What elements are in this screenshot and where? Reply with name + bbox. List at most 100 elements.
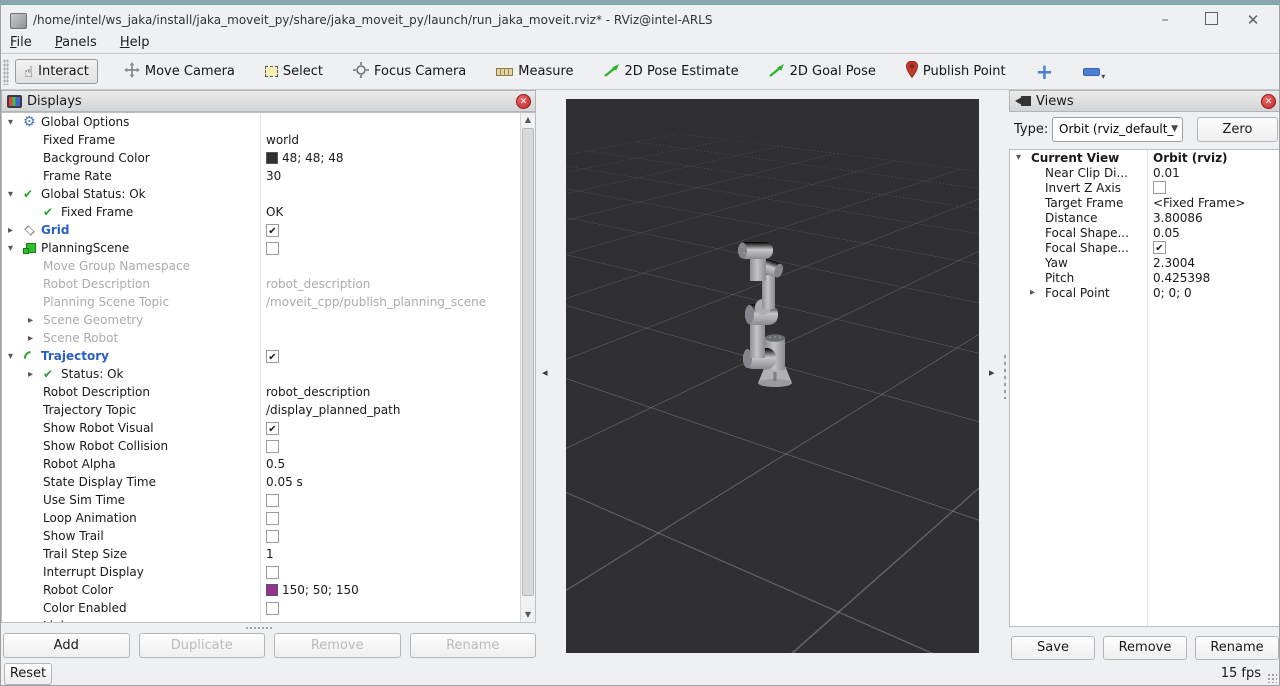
tree-row-status-ok[interactable]: ▸Status: Ok (2, 365, 535, 383)
property-value[interactable]: robot_description (266, 385, 370, 399)
checkbox[interactable] (266, 566, 279, 579)
close-window-icon[interactable]: ✕ (1233, 8, 1273, 33)
tree-row-focal-shape[interactable]: Focal Shape...0.05 (1010, 225, 1280, 240)
tool-remove[interactable]: ▾ (1075, 63, 1117, 80)
expand-arrow-icon[interactable]: ▸ (6, 225, 23, 236)
tree-row-grid[interactable]: ▸Grid (2, 221, 535, 239)
property-value[interactable]: OK (266, 205, 283, 219)
property-value[interactable]: <Fixed Frame> (1153, 196, 1245, 210)
collapse-arrow-icon[interactable]: ▾ (1014, 152, 1031, 163)
close-displays-icon[interactable]: ✕ (516, 94, 531, 109)
property-value[interactable]: 1 (266, 547, 274, 561)
tool-publish-point[interactable]: Publish Point (898, 57, 1014, 86)
expand-arrow-icon[interactable]: ▸ (26, 333, 43, 344)
collapse-left-panel-icon[interactable]: ◂ (542, 366, 548, 379)
tree-row-links[interactable]: ▸Links (2, 617, 535, 623)
property-value[interactable]: 0; 0; 0 (1153, 286, 1192, 300)
rename-display-button[interactable]: Rename (410, 633, 537, 658)
property-value[interactable]: Orbit (rviz) (1153, 151, 1228, 165)
tree-row-loop-animation[interactable]: Loop Animation (2, 509, 535, 527)
tree-row-fixed-frame[interactable]: Fixed Frameworld (2, 131, 535, 149)
menu-file[interactable]: File (1, 32, 41, 53)
tree-row-robot-description[interactable]: Robot Descriptionrobot_description (2, 275, 535, 293)
property-value[interactable]: robot_description (266, 277, 370, 291)
views-splitter-handle[interactable] (1003, 353, 1007, 399)
tree-row-trajectory-topic[interactable]: Trajectory Topic/display_planned_path (2, 401, 535, 419)
tree-row-planningscene[interactable]: ▾PlanningScene (2, 239, 535, 257)
tool-measure[interactable]: Measure (488, 60, 581, 83)
property-value[interactable]: 48; 48; 48 (282, 151, 344, 165)
toolbar-drag-handle[interactable] (3, 59, 9, 85)
tree-row-show-robot-collision[interactable]: Show Robot Collision (2, 437, 535, 455)
checkbox[interactable] (266, 494, 279, 507)
tool-select[interactable]: Select (257, 60, 331, 83)
tree-row-move-group-namespace[interactable]: Move Group Namespace (2, 257, 535, 275)
tree-row-trajectory[interactable]: ▾Trajectory (2, 347, 535, 365)
expand-arrow-icon[interactable]: ▸ (1028, 287, 1045, 298)
property-value[interactable]: world (266, 133, 299, 147)
save-view-button[interactable]: Save (1011, 636, 1095, 660)
add-button[interactable]: Add (3, 633, 130, 658)
collapse-arrow-icon[interactable]: ▾ (6, 189, 23, 200)
tree-row-target-frame[interactable]: Target Frame<Fixed Frame> (1010, 195, 1280, 210)
property-value[interactable]: 30 (266, 169, 281, 183)
checkbox[interactable] (266, 224, 279, 237)
tree-row-robot-description[interactable]: Robot Descriptionrobot_description (2, 383, 535, 401)
property-value[interactable]: 0.05 s (266, 475, 303, 489)
tree-row-scene-geometry[interactable]: ▸Scene Geometry (2, 311, 535, 329)
menu-help[interactable]: Help (111, 32, 159, 53)
checkbox[interactable] (1153, 241, 1166, 254)
tool-add[interactable]: + (1028, 60, 1062, 84)
column-divider[interactable] (260, 113, 261, 622)
checkbox[interactable] (266, 530, 279, 543)
expand-arrow-icon[interactable]: ▸ (26, 315, 43, 326)
tree-row-global-options[interactable]: ▾Global Options (2, 113, 535, 131)
property-value[interactable]: 0.01 (1153, 166, 1180, 180)
tree-row-focal-point[interactable]: ▸Focal Point0; 0; 0 (1010, 285, 1280, 300)
view-type-dropdown[interactable]: Orbit (rviz_default_ ▼ (1052, 117, 1183, 142)
checkbox[interactable] (266, 440, 279, 453)
checkbox[interactable] (266, 602, 279, 615)
displays-splitter-handle[interactable] (245, 626, 273, 630)
collapse-right-panel-icon[interactable]: ▸ (989, 366, 995, 379)
tree-row-fixed-frame[interactable]: Fixed FrameOK (2, 203, 535, 221)
tree-row-yaw[interactable]: Yaw2.3004 (1010, 255, 1280, 270)
remove-display-button[interactable]: Remove (274, 633, 401, 658)
collapse-arrow-icon[interactable]: ▾ (6, 351, 23, 362)
menu-panels[interactable]: Panels (46, 32, 106, 53)
tree-row-state-display-time[interactable]: State Display Time0.05 s (2, 473, 535, 491)
property-value[interactable]: 3.80086 (1153, 211, 1203, 225)
checkbox[interactable] (266, 512, 279, 525)
tree-row-pitch[interactable]: Pitch0.425398 (1010, 270, 1280, 285)
scroll-down-icon[interactable]: ▼ (521, 608, 535, 622)
checkbox[interactable] (266, 350, 279, 363)
maximize-icon[interactable] (1191, 8, 1231, 33)
resize-grip[interactable] (1267, 673, 1277, 683)
tree-row-scene-robot[interactable]: ▸Scene Robot (2, 329, 535, 347)
tree-row-background-color[interactable]: Background Color48; 48; 48 (2, 149, 535, 167)
checkbox[interactable] (266, 422, 279, 435)
duplicate-button[interactable]: Duplicate (139, 633, 266, 658)
zero-button[interactable]: Zero (1197, 117, 1278, 142)
property-value[interactable]: 0.05 (1153, 226, 1180, 240)
expand-arrow-icon[interactable]: ▸ (26, 369, 43, 380)
scroll-up-icon[interactable]: ▲ (521, 113, 535, 127)
minimize-icon[interactable]: – (1145, 8, 1185, 33)
tree-row-show-robot-visual[interactable]: Show Robot Visual (2, 419, 535, 437)
tool-interact[interactable]: ☝ Interact (15, 59, 98, 84)
scrollbar-thumb[interactable] (522, 128, 534, 596)
tree-row-show-trail[interactable]: Show Trail (2, 527, 535, 545)
collapse-arrow-icon[interactable]: ▾ (6, 117, 23, 128)
tree-row-robot-alpha[interactable]: Robot Alpha0.5 (2, 455, 535, 473)
tree-row-robot-color[interactable]: Robot Color150; 50; 150 (2, 581, 535, 599)
tool-focus-camera[interactable]: Focus Camera (345, 58, 474, 86)
tree-row-global-status-ok[interactable]: ▾Global Status: Ok (2, 185, 535, 203)
tree-row-focal-shape[interactable]: Focal Shape... (1010, 240, 1280, 255)
expand-arrow-icon[interactable]: ▸ (26, 621, 43, 624)
tree-row-interrupt-display[interactable]: Interrupt Display (2, 563, 535, 581)
tree-row-frame-rate[interactable]: Frame Rate30 (2, 167, 535, 185)
property-value[interactable]: /display_planned_path (266, 403, 400, 417)
property-value[interactable]: 0.5 (266, 457, 285, 471)
tool-2d-goal-pose[interactable]: 2D Goal Pose (761, 59, 884, 85)
tree-row-near-clip-di[interactable]: Near Clip Di...0.01 (1010, 165, 1280, 180)
